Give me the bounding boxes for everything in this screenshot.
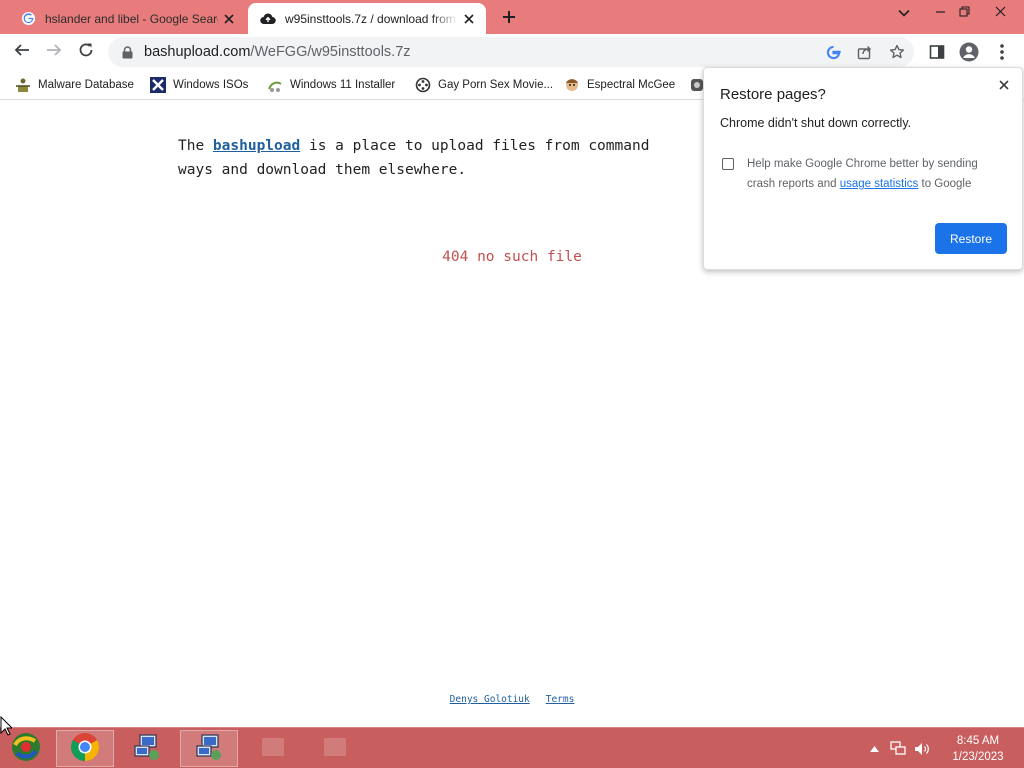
tab-strip: hslander and libel - Google Search w95in… xyxy=(0,0,1024,34)
film-icon xyxy=(414,76,432,94)
crash-report-label: Help make Google Chrome better by sendin… xyxy=(747,154,1007,194)
network-computer-icon xyxy=(194,732,224,766)
close-icon xyxy=(995,2,1006,21)
tab-title: w95insttools.7z / download from bashuplo… xyxy=(285,11,458,26)
clock[interactable]: 8:45 AM 1/23/2023 xyxy=(938,733,1018,765)
google-icon xyxy=(20,11,36,27)
kebab-menu-icon[interactable] xyxy=(990,40,1014,64)
malware-icon xyxy=(14,76,32,94)
bashupload-link[interactable]: bashupload xyxy=(213,138,300,154)
faded-app-icon xyxy=(321,733,349,765)
bookmark-label: Windows 11 Installer xyxy=(290,79,396,91)
start-logo-icon xyxy=(9,731,43,767)
page-footer: Denys Golotiuk Terms xyxy=(0,694,1024,705)
browser-toolbar: bashupload.com/WeFGG/w95insttools.7z xyxy=(0,34,1024,70)
tab-bashupload[interactable]: w95insttools.7z / download from bashuplo… xyxy=(248,3,486,34)
intro-text-end: is a place to upload files from command xyxy=(300,138,650,154)
chevron-down-icon xyxy=(898,2,910,21)
bookmark-label: Windows ISOs xyxy=(173,79,249,91)
bookmark-label: Malware Database xyxy=(38,79,134,91)
dialog-message: Chrome didn't shut down correctly. xyxy=(720,116,912,130)
plus-icon xyxy=(502,9,516,28)
usage-statistics-link[interactable]: usage statistics xyxy=(840,178,919,190)
tab-title: hslander and libel - Google Search xyxy=(45,11,218,26)
bookmark-star-icon[interactable] xyxy=(888,43,906,61)
tray-expand-icon[interactable] xyxy=(866,741,882,757)
crash-report-label-end: to Google xyxy=(918,178,972,190)
upload-cloud-icon xyxy=(260,11,276,27)
tab-google-search[interactable]: hslander and libel - Google Search xyxy=(8,3,246,34)
taskbar: 8:45 AM 1/23/2023 xyxy=(0,727,1024,768)
dialog-title: Restore pages? xyxy=(720,86,826,103)
author-link[interactable]: Denys Golotiuk xyxy=(450,694,530,705)
close-icon[interactable] xyxy=(458,8,480,30)
character-icon xyxy=(563,76,581,94)
side-panel-icon[interactable] xyxy=(925,40,949,64)
minimize-icon xyxy=(935,2,946,21)
forward-button[interactable] xyxy=(40,38,68,66)
restore-window-button[interactable] xyxy=(948,0,980,22)
network-computer-icon xyxy=(132,732,162,766)
close-icon xyxy=(999,77,1009,95)
clock-date: 1/23/2023 xyxy=(952,750,1004,763)
bookmark-movie-site[interactable]: Gay Porn Sex Movie... xyxy=(414,75,553,95)
restore-window-icon xyxy=(958,2,970,21)
taskbar-app-4[interactable] xyxy=(306,730,364,767)
taskbar-app-2[interactable] xyxy=(180,730,238,767)
url-host: bashupload.com xyxy=(144,44,251,60)
url-path: /WeFGG/w95insttools.7z xyxy=(250,44,411,60)
bookmark-windows-isos[interactable]: Windows ISOs xyxy=(149,75,248,95)
back-button[interactable] xyxy=(8,38,36,66)
taskbar-app-3[interactable] xyxy=(244,730,302,767)
x-icon xyxy=(149,76,167,94)
tab-search-button[interactable] xyxy=(888,0,920,22)
intro-text-start: The xyxy=(178,138,213,154)
network-icon[interactable] xyxy=(890,741,906,757)
reload-icon xyxy=(78,42,94,62)
share-icon[interactable] xyxy=(856,43,874,61)
address-bar[interactable]: bashupload.com/WeFGG/w95insttools.7z xyxy=(108,37,914,67)
profile-avatar-icon[interactable] xyxy=(957,40,981,64)
intro-text: The bashupload is a place to upload file… xyxy=(178,134,738,182)
restore-button[interactable]: Restore xyxy=(935,223,1007,254)
intro-text-line2: ways and download them elsewhere. xyxy=(178,162,467,178)
arrow-right-icon xyxy=(46,42,62,62)
dialog-close-button[interactable] xyxy=(994,76,1014,96)
installer-icon xyxy=(266,76,284,94)
bookmark-label: Espectral McGee xyxy=(587,79,676,91)
taskbar-chrome[interactable] xyxy=(56,730,114,767)
arrow-left-icon xyxy=(14,42,30,62)
close-icon[interactable] xyxy=(218,8,240,30)
chrome-icon xyxy=(70,732,100,766)
url-text[interactable]: bashupload.com/WeFGG/w95insttools.7z xyxy=(144,44,411,60)
reload-button[interactable] xyxy=(72,38,100,66)
bookmark-espectral-mcgee[interactable]: Espectral McGee xyxy=(563,75,675,95)
clock-time: 8:45 AM xyxy=(956,734,1000,747)
crash-report-checkbox[interactable] xyxy=(722,158,734,170)
lock-icon[interactable] xyxy=(120,45,134,59)
volume-icon[interactable] xyxy=(914,741,930,757)
close-window-button[interactable] xyxy=(984,0,1016,22)
faded-app-icon xyxy=(259,733,287,765)
google-lens-icon[interactable] xyxy=(824,43,842,61)
restore-pages-dialog: Restore pages? Chrome didn't shut down c… xyxy=(703,67,1023,270)
mouse-cursor-icon xyxy=(0,715,14,740)
bookmark-malware-database[interactable]: Malware Database xyxy=(14,75,134,95)
bookmark-label: Gay Porn Sex Movie... xyxy=(438,79,554,91)
system-tray: 8:45 AM 1/23/2023 xyxy=(866,728,1024,768)
terms-link[interactable]: Terms xyxy=(546,694,575,705)
bookmark-windows-11-installer[interactable]: Windows 11 Installer xyxy=(266,75,395,95)
taskbar-app-1[interactable] xyxy=(118,730,176,767)
new-tab-button[interactable] xyxy=(497,6,521,30)
